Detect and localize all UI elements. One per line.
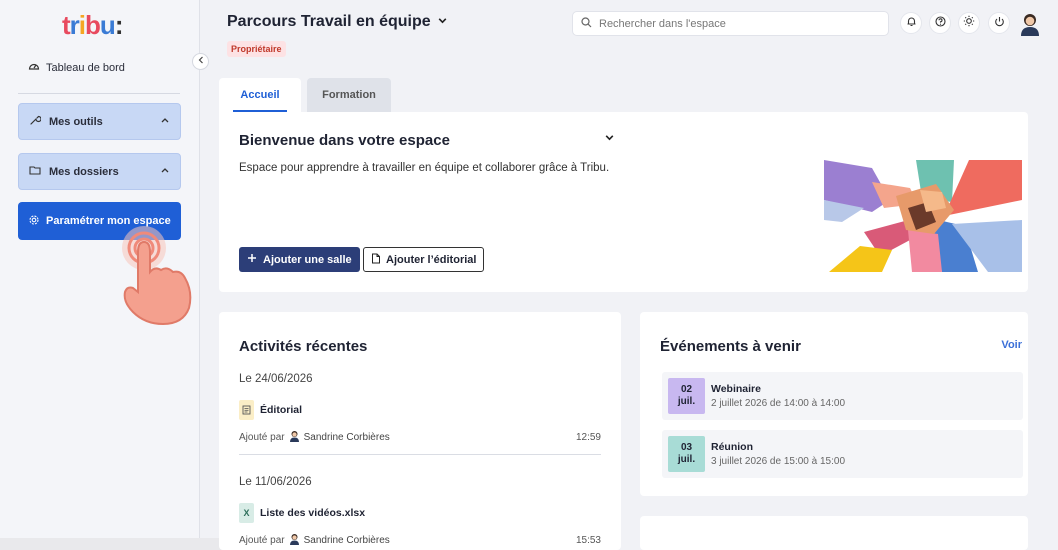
event-month: juil.	[677, 454, 696, 465]
folder-icon	[29, 164, 41, 179]
chevron-up-icon[interactable]	[160, 165, 170, 178]
document-icon	[239, 400, 254, 420]
event-month: juil.	[677, 396, 696, 407]
gear-icon	[28, 214, 40, 229]
chevron-down-icon[interactable]	[604, 132, 615, 146]
search-box[interactable]	[572, 11, 889, 36]
next-card	[640, 516, 1028, 550]
add-room-button[interactable]: Ajouter une salle	[239, 247, 360, 272]
event-date: 02 juil.	[668, 378, 705, 414]
help-button[interactable]	[929, 12, 951, 34]
added-by-label: Ajouté par	[239, 535, 285, 546]
sidebar-item-label: Tableau de bord	[46, 61, 125, 74]
theme-toggle-button[interactable]	[958, 12, 980, 34]
event-item[interactable]: 02 juil. Webinaire 2 juillet 2026 de 14:…	[662, 372, 1023, 420]
tab-accueil[interactable]: Accueil	[219, 78, 301, 112]
sidebar-group-tools[interactable]: Mes outils	[18, 103, 181, 140]
recent-activities-card: Activités récentes Le 24/06/2026 Éditori…	[219, 312, 621, 550]
search-icon	[581, 15, 592, 33]
sidebar-group-folders[interactable]: Mes dossiers	[18, 153, 181, 190]
sidebar-group-label: Mes outils	[49, 115, 103, 128]
activity-time: 12:59	[575, 432, 601, 443]
dashboard-icon	[28, 60, 40, 75]
chevron-down-icon	[437, 13, 448, 31]
user-avatar[interactable]	[1019, 12, 1041, 36]
event-when: 3 juillet 2026 de 15:00 à 15:00	[711, 456, 845, 467]
role-badge: Propriétaire	[227, 41, 286, 57]
activity-author[interactable]: Sandrine Corbières	[289, 430, 390, 445]
add-editorial-button[interactable]: Ajouter l’éditorial	[363, 247, 485, 272]
notifications-button[interactable]	[900, 12, 922, 34]
activity-meta: Ajouté par Sandrine Corbières 15:53	[239, 533, 601, 548]
event-item[interactable]: 03 juil. Réunion 3 juillet 2026 de 15:00…	[662, 430, 1023, 478]
recent-activities-title: Activités récentes	[239, 338, 368, 355]
avatar	[289, 430, 300, 445]
add-room-label: Ajouter une salle	[263, 253, 352, 266]
sidebar-group-label: Mes dossiers	[49, 165, 119, 178]
search-input[interactable]	[599, 17, 879, 30]
activity-item-label: Liste des vidéos.xlsx	[260, 507, 366, 519]
activity-author[interactable]: Sandrine Corbières	[289, 533, 390, 548]
activity-item[interactable]: Éditorial	[239, 400, 302, 420]
bell-icon	[906, 14, 917, 32]
tab-formation[interactable]: Formation	[307, 78, 391, 112]
sidebar: tribu: Tableau de bord Mes outils Mes do…	[0, 0, 209, 550]
chevron-up-icon[interactable]	[160, 115, 170, 128]
event-date: 03 juil.	[668, 436, 705, 472]
spreadsheet-icon: X	[239, 503, 254, 523]
event-when: 2 juillet 2026 de 14:00 à 14:00	[711, 398, 845, 409]
document-icon	[371, 253, 381, 267]
author-name: Sandrine Corbières	[303, 432, 390, 443]
activity-date: Le 11/06/2026	[239, 476, 312, 488]
sidebar-item-dashboard[interactable]: Tableau de bord	[28, 60, 125, 75]
collapse-sidebar-button[interactable]	[192, 53, 209, 70]
upcoming-events-card: Événements à venir Voir 02 juil. Webinai…	[640, 312, 1028, 496]
event-day: 02	[680, 383, 693, 395]
welcome-card: Bienvenue dans votre espace Espace pour …	[219, 112, 1028, 292]
pointer-hand-icon	[115, 222, 197, 333]
activity-item-label: Éditorial	[260, 404, 303, 416]
logout-button[interactable]	[988, 12, 1010, 34]
welcome-title: Bienvenue dans votre espace	[239, 132, 450, 149]
add-editorial-label: Ajouter l’éditorial	[386, 253, 477, 266]
power-icon	[994, 14, 1005, 32]
avatar	[289, 533, 300, 548]
browser-status-bar	[0, 538, 230, 550]
activity-meta: Ajouté par Sandrine Corbières 12:59	[239, 430, 601, 445]
tribu-logo[interactable]: tribu:	[62, 10, 123, 41]
divider	[18, 93, 180, 94]
divider	[239, 454, 601, 455]
space-title-dropdown[interactable]: Parcours Travail en équipe	[227, 13, 448, 31]
author-name: Sandrine Corbières	[303, 535, 390, 546]
event-name: Réunion	[711, 441, 753, 453]
chevron-left-icon	[197, 56, 205, 67]
sun-icon	[963, 14, 975, 32]
plus-icon	[247, 253, 257, 266]
activity-date: Le 24/06/2026	[239, 373, 313, 385]
see-all-events-link[interactable]: Voir	[1001, 339, 1022, 351]
event-day: 03	[680, 441, 693, 453]
event-name: Webinaire	[711, 383, 761, 395]
help-icon	[934, 14, 946, 32]
activity-time: 15:53	[575, 535, 601, 546]
added-by-label: Ajouté par	[239, 432, 285, 443]
welcome-description: Espace pour apprendre à travailler en éq…	[239, 162, 610, 174]
teamwork-hands-illustration	[824, 160, 1022, 277]
upcoming-events-title: Événements à venir	[660, 338, 801, 355]
page-title: Parcours Travail en équipe	[227, 13, 431, 30]
activity-item[interactable]: X Liste des vidéos.xlsx	[239, 503, 365, 523]
wrench-icon	[29, 114, 42, 129]
